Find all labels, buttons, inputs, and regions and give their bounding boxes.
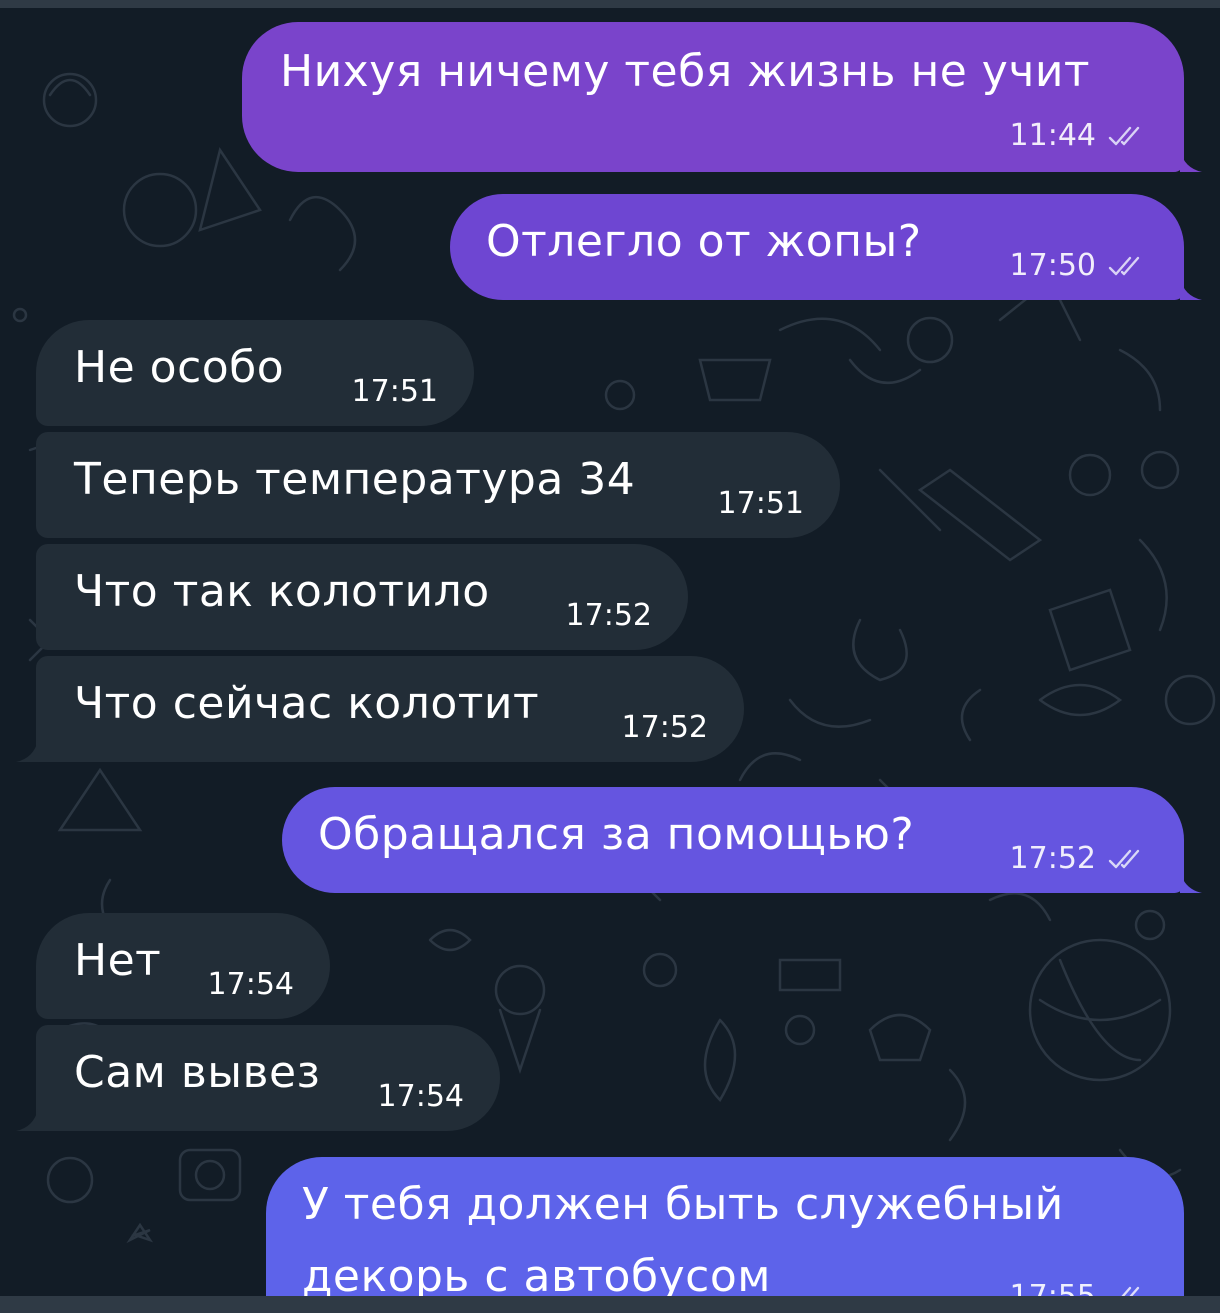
message-time: 17:54 (207, 967, 294, 1002)
message-text: Не особо (74, 342, 285, 393)
double-check-icon (1108, 849, 1140, 868)
message-text: Что так колотило (74, 566, 490, 617)
chat-background: Нихуя ничему тебя жизнь не учит 11:44 От… (0, 0, 1220, 1313)
input-bar-edge (0, 1296, 1220, 1313)
message-outgoing[interactable]: Отлегло от жопы? 17:50 (450, 194, 1184, 300)
message-text: Обращался за помощью? (318, 809, 915, 860)
bubble-tail (16, 1109, 38, 1131)
message-text-line2: декорь с автобусом (302, 1251, 771, 1302)
message-meta: 17:52 (1010, 842, 1148, 875)
message-text: Отлегло от жопы? (486, 216, 922, 267)
message-outgoing[interactable]: У тебя должен быть служебный декорь с ав… (266, 1157, 1184, 1313)
status-bar-edge (0, 0, 1220, 8)
message-text: Нет (74, 935, 162, 986)
message-text: Нихуя ничему тебя жизнь не учит (280, 46, 1091, 97)
bubble-tail (1180, 150, 1202, 172)
message-incoming[interactable]: Нет 17:54 (36, 913, 330, 1019)
message-time: 17:52 (1009, 841, 1096, 876)
message-incoming[interactable]: Что сейчас колотит 17:52 (36, 656, 744, 762)
message-time: 17:52 (621, 710, 708, 745)
message-incoming[interactable]: Не особо 17:51 (36, 320, 474, 426)
message-outgoing[interactable]: Нихуя ничему тебя жизнь не учит 11:44 (242, 22, 1184, 172)
message-meta: 17:54 (378, 1080, 464, 1113)
message-text: Теперь температура 34 (74, 454, 636, 505)
message-meta: 17:52 (566, 599, 652, 632)
message-meta: 17:52 (622, 711, 708, 744)
message-time: 17:50 (1009, 248, 1096, 283)
double-check-icon (1108, 256, 1140, 275)
message-time: 17:51 (717, 486, 804, 521)
message-meta: 17:51 (718, 487, 804, 520)
message-meta: 11:44 (1010, 119, 1148, 152)
message-text: Сам вывез (74, 1047, 321, 1098)
message-time: 17:54 (377, 1079, 464, 1114)
bubble-tail (1180, 871, 1202, 893)
message-time: 17:51 (351, 374, 438, 409)
message-outgoing[interactable]: Обращался за помощью? 17:52 (282, 787, 1184, 893)
bubble-tail (1180, 278, 1202, 300)
message-meta: 17:50 (1010, 249, 1148, 282)
message-meta: 17:54 (208, 968, 294, 1001)
message-text: Что сейчас колотит (74, 678, 540, 729)
message-meta: 17:51 (352, 375, 438, 408)
message-incoming[interactable]: Что так колотило 17:52 (36, 544, 688, 650)
message-incoming[interactable]: Сам вывез 17:54 (36, 1025, 500, 1131)
bubble-tail (16, 740, 38, 762)
double-check-icon (1108, 126, 1140, 145)
message-incoming[interactable]: Теперь температура 34 17:51 (36, 432, 840, 538)
message-time: 17:52 (565, 598, 652, 633)
message-text: У тебя должен быть служебный (302, 1179, 1064, 1230)
message-time: 11:44 (1009, 118, 1096, 153)
